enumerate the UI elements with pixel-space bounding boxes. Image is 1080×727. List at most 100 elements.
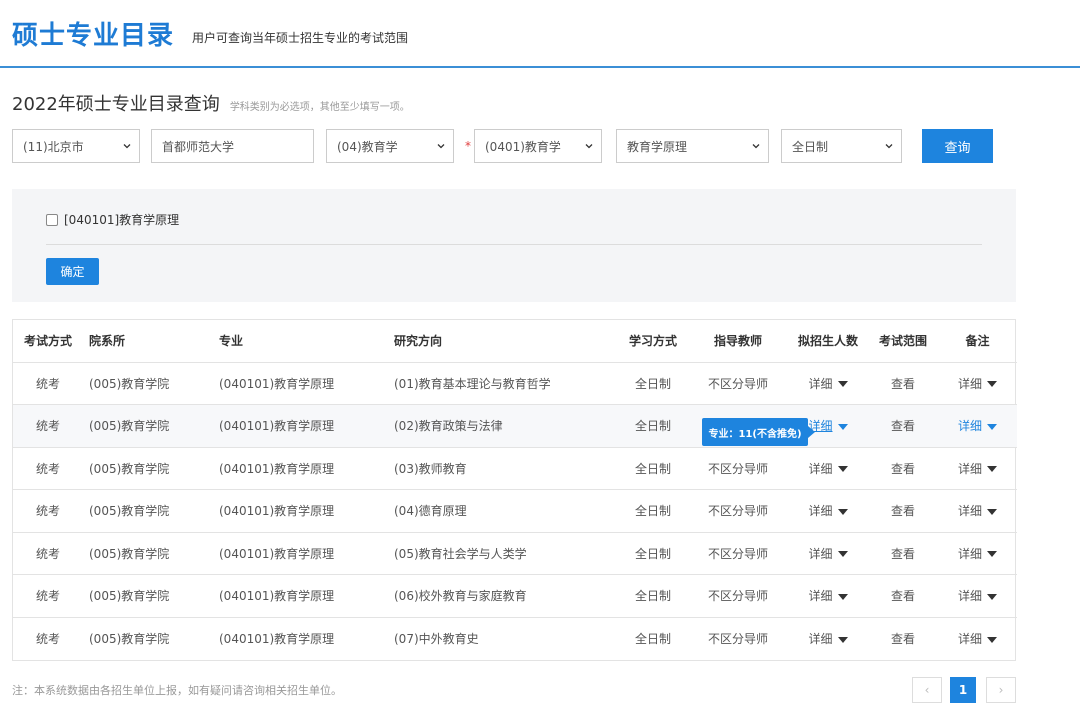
remarks-detail-link[interactable]: 详细	[938, 362, 1017, 405]
cell-direction: (06)校外教育与家庭教育	[388, 574, 618, 618]
discipline-value: (0401)教育学	[485, 139, 561, 154]
cell-advisor: 不区分导师	[688, 489, 788, 533]
cell-study-mode: 全日制	[618, 532, 688, 575]
cell-major: (040101)教育学原理	[213, 404, 388, 448]
remarks-detail-link[interactable]: 详细	[938, 532, 1017, 575]
school-input[interactable]: 首都师范大学	[151, 129, 314, 163]
exam-scope-view-link[interactable]: 查看	[868, 489, 938, 533]
cell-advisor: 不区分导师	[707, 632, 768, 646]
cell-department: (005)教育学院	[89, 632, 170, 646]
caret-down-icon	[987, 423, 997, 430]
cell-study-mode: 全日制	[618, 574, 688, 618]
caret-down-icon	[987, 636, 997, 643]
cell-advisor: 不区分导师	[688, 447, 788, 490]
header-exam-scope: 考试范围	[868, 320, 938, 363]
enrollment-detail-link[interactable]: 详细	[788, 574, 868, 618]
cell-exam-type: 统考	[13, 404, 83, 448]
enrollment-detail-label: 详细	[808, 546, 833, 561]
enrollment-detail-link[interactable]: 详细	[788, 489, 868, 533]
pagination-prev-button[interactable]: ‹	[912, 677, 942, 703]
pagination-next-button[interactable]: ›	[986, 677, 1016, 703]
cell-exam-type: 统考	[13, 447, 83, 490]
major-value: 教育学原理	[627, 139, 688, 154]
caret-down-icon	[837, 423, 848, 430]
query-title: 2022年硕士专业目录查询	[12, 94, 220, 115]
caret-down-icon	[837, 508, 848, 515]
exam-scope-view-link[interactable]: 查看	[868, 362, 938, 405]
remarks-detail-label: 详细	[957, 504, 982, 519]
exam-scope-view-link[interactable]: 查看	[868, 404, 938, 448]
category-select[interactable]: (04)教育学	[326, 129, 454, 163]
caret-down-icon	[837, 593, 848, 600]
exam-scope-view-link[interactable]: 查看	[868, 617, 938, 660]
province-select[interactable]: (11)北京市	[12, 129, 140, 163]
cell-department: (005)教育学院	[83, 489, 213, 533]
cell-major: (040101)教育学原理	[213, 362, 388, 405]
exam-scope-view-link[interactable]: 查看	[868, 447, 938, 490]
cell-exam-type: 统考	[13, 489, 83, 533]
enrollment-detail-label: 详细	[808, 461, 833, 476]
caret-down-icon	[837, 636, 848, 643]
chevron-down-icon	[123, 144, 131, 149]
query-button[interactable]: 查询	[922, 129, 993, 163]
pagination-page-1[interactable]: 1	[950, 677, 976, 703]
cell-study-mode: 全日制	[618, 362, 688, 405]
remarks-detail-label: 详细	[957, 461, 982, 476]
major-checkbox-label[interactable]: [040101]教育学原理	[64, 211, 179, 228]
header-enrollment: 拟招生人数	[788, 320, 868, 363]
exam-scope-view-link[interactable]: 查看	[868, 574, 938, 618]
remarks-detail-link[interactable]: 详细	[938, 617, 1017, 660]
cell-direction: (05)教育社会学与人类学	[388, 532, 618, 575]
exam-scope-view-link[interactable]: 查看	[868, 532, 938, 575]
query-hint: 学科类别为必选项，其他至少填写一项。	[229, 102, 410, 113]
cell-exam-type: 统考	[35, 632, 60, 646]
cell-study-mode: 全日制	[618, 447, 688, 490]
chevron-down-icon	[885, 144, 893, 149]
caret-down-icon	[837, 381, 848, 388]
discipline-select[interactable]: (0401)教育学	[474, 129, 602, 163]
cell-direction: (07)中外教育史	[394, 632, 479, 646]
major-checkbox-row: [040101]教育学原理	[46, 211, 179, 228]
query-heading: 2022年硕士专业目录查询 学科类别为必选项，其他至少填写一项。	[12, 90, 410, 116]
footer-note: 注：本系统数据由各招生单位上报，如有疑问请咨询相关招生单位。	[12, 684, 342, 697]
cell-study-mode: 全日制	[618, 404, 688, 448]
remarks-detail-link[interactable]: 详细	[938, 447, 1017, 490]
study-mode-value: 全日制	[792, 139, 829, 154]
cell-exam-type: 统考	[13, 362, 83, 405]
page-header: 硕士专业目录 用户可查询当年硕士招生专业的考试范围	[0, 0, 1080, 68]
remarks-detail-label: 详细	[957, 589, 982, 604]
remarks-detail-link[interactable]: 详细	[938, 574, 1017, 618]
remarks-detail-link[interactable]: 详细	[938, 404, 1017, 448]
table-row: 统考 (005)教育学院 (040101)教育学原理 (04)德育原理 全日制 …	[13, 489, 1017, 533]
confirm-button[interactable]: 确定	[46, 258, 99, 285]
cell-department: (005)教育学院	[83, 447, 213, 490]
enrollment-detail-label: 详细	[808, 376, 833, 391]
enrollment-detail-link[interactable]: 详细	[788, 617, 868, 660]
remarks-detail-label: 详细	[957, 546, 982, 561]
cell-advisor: 不区分导师	[688, 362, 788, 405]
site-subtitle: 用户可查询当年硕士招生专业的考试范围	[192, 30, 409, 45]
cell-study-mode: 全日制	[634, 632, 671, 646]
caret-down-icon	[837, 551, 848, 558]
enrollment-detail-label: 详细	[808, 504, 833, 519]
panel-divider	[46, 244, 982, 245]
study-mode-select[interactable]: 全日制	[781, 129, 902, 163]
remarks-detail-label: 详细	[957, 632, 982, 646]
major-checkbox[interactable]	[46, 213, 58, 226]
enrollment-detail-link[interactable]: 详细	[788, 447, 868, 490]
table-row: 统考 (005)教育学院 (040101)教育学原理 (03)教师教育 全日制 …	[13, 447, 1017, 490]
major-select[interactable]: 教育学原理	[616, 129, 769, 163]
required-mark: *	[465, 139, 471, 153]
enrollment-detail-label: 详细	[808, 632, 833, 646]
chevron-down-icon	[752, 144, 760, 149]
enrollment-detail-link[interactable]: 详细	[788, 362, 868, 405]
table-row: 统考 (005)教育学院 (040101)教育学原理 (02)教育政策与法律 全…	[13, 404, 1017, 448]
chevron-down-icon	[437, 144, 445, 149]
caret-down-icon	[987, 551, 997, 558]
header-major: 专业	[213, 320, 388, 363]
header-advisor: 指导教师	[688, 320, 788, 363]
cell-major: (040101)教育学原理	[213, 447, 388, 490]
enrollment-detail-link[interactable]: 详细	[788, 532, 868, 575]
cell-exam-type: 统考	[13, 574, 83, 618]
remarks-detail-link[interactable]: 详细	[938, 489, 1017, 533]
